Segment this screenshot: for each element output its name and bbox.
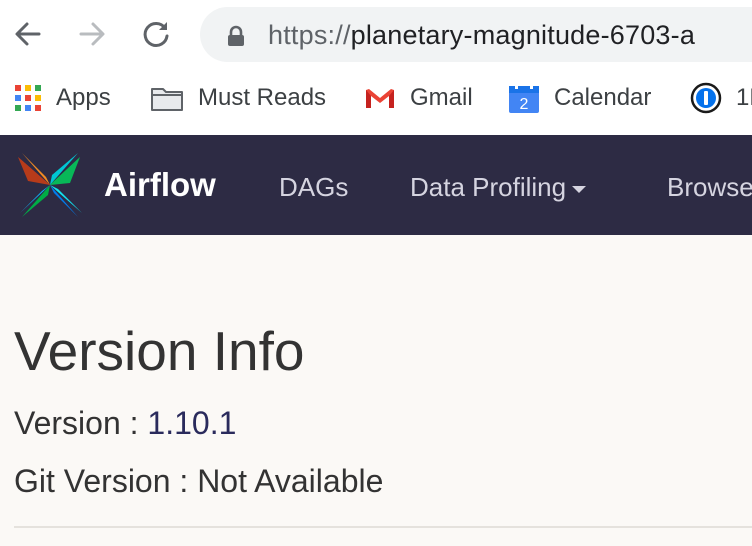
pinwheel-icon [18, 153, 82, 217]
url-scheme: https:// [268, 20, 351, 50]
folder-icon [150, 84, 184, 112]
airflow-navbar: Airflow DAGs Data Profiling Browse [0, 135, 752, 235]
url-host: planetary-magnitude-6703-a [350, 20, 696, 50]
forward-button[interactable] [72, 14, 112, 54]
lock-icon [228, 25, 244, 46]
bookmark-label: 1P [736, 84, 752, 111]
divider [14, 526, 752, 528]
bookmark-apps[interactable]: Apps [14, 76, 111, 120]
bookmark-label: Apps [56, 84, 111, 111]
nav-dags[interactable]: DAGs [279, 171, 348, 203]
brand-name[interactable]: Airflow [104, 165, 216, 205]
git-version-label: Git Version : [14, 463, 198, 499]
bookmark-calendar[interactable]: 2 Calendar [508, 76, 651, 120]
git-version-value: Not Available [197, 463, 384, 499]
apps-grid-icon [14, 84, 42, 112]
onepassword-icon [690, 82, 722, 114]
bookmark-label: Must Reads [198, 84, 327, 111]
page-title: Version Info [14, 320, 305, 382]
airflow-logo[interactable] [18, 153, 82, 217]
nav-data-profiling[interactable]: Data Profiling [410, 171, 587, 203]
reload-button[interactable] [136, 14, 176, 54]
address-bar[interactable]: https://planetary-magnitude-6703-a [200, 7, 752, 62]
version-label: Version : [14, 405, 148, 441]
calendar-icon: 2 [508, 82, 540, 114]
bookmark-label: Gmail [410, 84, 473, 111]
nav-data-profiling-label: Data Profiling [410, 172, 567, 202]
bookmark-must-reads[interactable]: Must Reads [150, 76, 326, 120]
address-url[interactable]: https://planetary-magnitude-6703-a [268, 17, 695, 53]
reload-icon [143, 21, 169, 47]
caret-down-icon [572, 185, 587, 193]
version-row: Version : 1.10.1 [14, 403, 236, 443]
calendar-badge: 2 [520, 96, 529, 113]
nav-browse[interactable]: Browse [667, 171, 752, 203]
version-value: 1.10.1 [147, 405, 237, 441]
arrow-left-icon [15, 22, 41, 46]
bookmark-onepassword[interactable]: 1P [690, 76, 752, 120]
browser-chrome: https://planetary-magnitude-6703-a Apps … [0, 0, 752, 135]
bookmark-gmail[interactable]: Gmail [364, 76, 473, 120]
bookmarks-bar: Apps Must Reads Gmail 2 Calendar 1 [0, 76, 752, 120]
git-version-row: Git Version : Not Available [14, 461, 383, 501]
gmail-icon [364, 86, 396, 110]
back-button[interactable] [8, 14, 48, 54]
page-content: Version Info Version : 1.10.1 Git Versio… [0, 235, 752, 546]
arrow-right-icon [79, 22, 105, 46]
bookmark-label: Calendar [554, 84, 652, 111]
